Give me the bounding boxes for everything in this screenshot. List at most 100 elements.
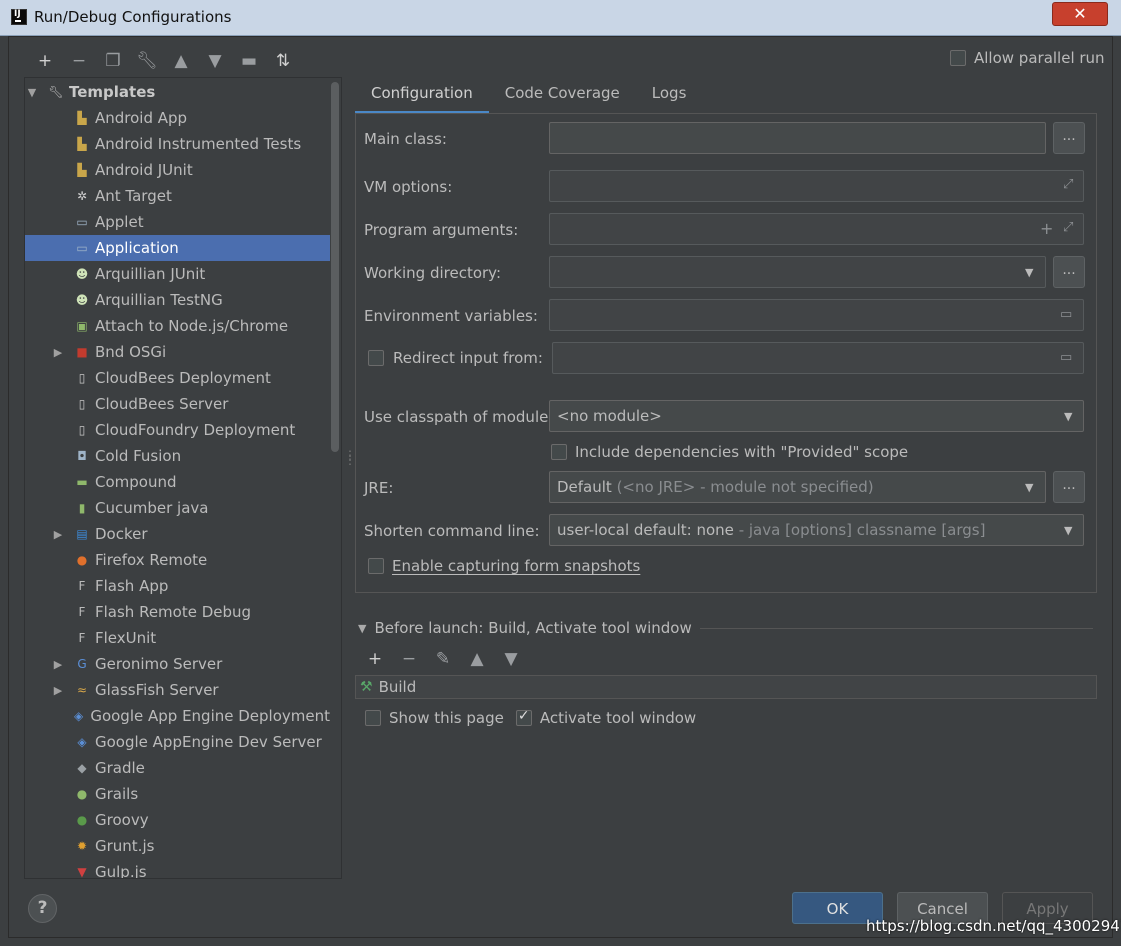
application-icon: ▭: [76, 241, 88, 255]
tree-item[interactable]: F FlexUnit: [25, 625, 330, 651]
tree-item[interactable]: ◘ Cold Fusion: [25, 443, 330, 469]
add-task-icon[interactable]: +: [358, 648, 392, 670]
before-launch-task-row[interactable]: ⚒ Build: [355, 675, 1097, 699]
main-class-browse-button[interactable]: ...: [1053, 122, 1085, 154]
tree-item[interactable]: ▶ ≈ GlassFish Server: [25, 677, 330, 703]
tree-item-label: Application: [95, 239, 179, 257]
before-launch-section[interactable]: ▼ Before launch: Build, Activate tool wi…: [358, 619, 1093, 637]
tree-item[interactable]: ● Firefox Remote: [25, 547, 330, 573]
tree-item-label: Cucumber java: [95, 499, 209, 517]
chevron-down-icon[interactable]: ▼: [1064, 524, 1072, 537]
tree-item[interactable]: ◈ Google AppEngine Dev Server: [25, 729, 330, 755]
remove-icon[interactable]: −: [62, 50, 96, 72]
show-page-checkbox[interactable]: [365, 710, 381, 726]
jre-select[interactable]: Default (<no JRE> - module not specified…: [549, 471, 1046, 503]
allow-parallel-label: Allow parallel run: [974, 49, 1105, 67]
expand-arrow-icon[interactable]: ▶: [51, 684, 65, 697]
tree-item[interactable]: ▭ Applet: [25, 209, 330, 235]
tree-item[interactable]: ▭ Application: [25, 235, 330, 261]
tree-item[interactable]: ▼ Gulp.js: [25, 859, 330, 878]
folder-icon[interactable]: ▬: [232, 50, 266, 72]
tree-item[interactable]: F Flash Remote Debug: [25, 599, 330, 625]
folder-open-icon[interactable]: ▭: [1060, 307, 1072, 322]
tree-item[interactable]: ▙ Android Instrumented Tests: [25, 131, 330, 157]
expand-arrow-icon[interactable]: ▶: [51, 346, 65, 359]
hammer-icon: ⚒: [360, 679, 373, 695]
environment-variables-input[interactable]: [549, 299, 1084, 331]
help-button[interactable]: ?: [28, 894, 57, 923]
activate-tool-window-checkbox[interactable]: [515, 708, 532, 726]
expand-arrow-icon[interactable]: ▶: [51, 658, 65, 671]
collapse-arrow-icon[interactable]: ▼: [25, 86, 39, 99]
tree-item[interactable]: ● Grails: [25, 781, 330, 807]
folder-open-icon[interactable]: ▭: [1060, 350, 1072, 365]
cloud-icon: ▯: [78, 397, 86, 411]
program-arguments-input[interactable]: [549, 213, 1084, 245]
classpath-module-select[interactable]: <no module>: [549, 400, 1084, 432]
tree-scrollbar[interactable]: [331, 82, 339, 452]
form-snapshots-checkbox[interactable]: [368, 558, 384, 574]
expand-icon[interactable]: ⤢: [1063, 220, 1073, 235]
tree-item[interactable]: ▙ Android App: [25, 105, 330, 131]
tab-configuration[interactable]: Configuration: [355, 78, 489, 114]
tree-item[interactable]: ▯ CloudBees Server: [25, 391, 330, 417]
configuration-tree[interactable]: ▼ 🔧︎ Templates ▙ Android App ▙ Android Inst…: [24, 77, 342, 879]
tree-item[interactable]: ▶ ▤ Docker: [25, 521, 330, 547]
chevron-down-icon[interactable]: ▼: [1025, 266, 1033, 279]
tree-item[interactable]: ▯ CloudFoundry Deployment: [25, 417, 330, 443]
expand-arrow-icon[interactable]: ▶: [51, 528, 65, 541]
tree-root-templates[interactable]: ▼ 🔧︎ Templates: [25, 79, 330, 105]
tab-logs[interactable]: Logs: [636, 78, 703, 114]
wrench-icon[interactable]: 🔧︎: [130, 50, 164, 72]
allow-parallel-run[interactable]: Allow parallel run: [950, 49, 1105, 67]
android-junit-icon: ▙: [77, 163, 87, 177]
expand-icon[interactable]: ⤢: [1063, 177, 1073, 192]
sort-icon[interactable]: ⇅: [266, 50, 300, 72]
redirect-input[interactable]: Redirect input from:: [368, 349, 543, 367]
remove-task-icon[interactable]: −: [392, 648, 426, 670]
move-down-icon[interactable]: ▼: [494, 648, 528, 670]
copy-icon[interactable]: ❐: [96, 50, 130, 72]
chevron-down-icon[interactable]: ▼: [1064, 410, 1072, 423]
tree-item[interactable]: ▶ G Geronimo Server: [25, 651, 330, 677]
include-provided-checkbox[interactable]: [551, 444, 567, 460]
tree-item[interactable]: ✲ Ant Target: [25, 183, 330, 209]
move-down-icon[interactable]: ▼: [198, 50, 232, 72]
vm-options-input[interactable]: [549, 170, 1084, 202]
tree-item[interactable]: ☻ Arquillian TestNG: [25, 287, 330, 313]
vm-options-label: VM options:: [364, 178, 453, 196]
collapse-arrow-icon[interactable]: ▼: [358, 622, 366, 635]
tree-item[interactable]: ▮ Cucumber java: [25, 495, 330, 521]
working-directory-browse-button[interactable]: ...: [1053, 256, 1085, 288]
tree-item[interactable]: ◈ Google App Engine Deployment: [25, 703, 330, 729]
shorten-command-line-select[interactable]: user-local default: none - java [options…: [549, 514, 1084, 546]
tree-item[interactable]: ☻ Arquillian JUnit: [25, 261, 330, 287]
jre-browse-button[interactable]: ...: [1053, 471, 1085, 503]
allow-parallel-checkbox[interactable]: [950, 50, 966, 66]
tree-item[interactable]: ◆ Gradle: [25, 755, 330, 781]
main-class-input[interactable]: [549, 122, 1046, 154]
tree-item[interactable]: F Flash App: [25, 573, 330, 599]
redirect-input-field[interactable]: [552, 342, 1084, 374]
tree-item[interactable]: ▬ Compound: [25, 469, 330, 495]
tree-item[interactable]: ✹ Grunt.js: [25, 833, 330, 859]
redirect-input-checkbox[interactable]: [368, 350, 384, 366]
tree-item-label: Android App: [95, 109, 188, 127]
working-directory-input[interactable]: [549, 256, 1046, 288]
chevron-down-icon[interactable]: ▼: [1025, 481, 1033, 494]
move-up-icon[interactable]: ▲: [460, 648, 494, 670]
firefox-icon: ●: [76, 553, 88, 567]
tree-item[interactable]: ▶ ■ Bnd OSGi: [25, 339, 330, 365]
tree-item[interactable]: ▙ Android JUnit: [25, 157, 330, 183]
edit-task-icon[interactable]: ✎: [426, 648, 460, 670]
form-snapshots[interactable]: Enable capturing form snapshots: [368, 557, 640, 575]
tree-item[interactable]: ▣ Attach to Node.js/Chrome: [25, 313, 330, 339]
tree-item[interactable]: ● Groovy: [25, 807, 330, 833]
add-icon[interactable]: +: [28, 50, 62, 72]
move-up-icon[interactable]: ▲: [164, 50, 198, 72]
close-window-button[interactable]: ✕: [1052, 2, 1108, 26]
tab-code-coverage[interactable]: Code Coverage: [489, 78, 636, 114]
tree-item[interactable]: ▯ CloudBees Deployment: [25, 365, 330, 391]
include-provided[interactable]: Include dependencies with "Provided" sco…: [551, 443, 908, 461]
insert-macro-icon[interactable]: +: [1040, 219, 1053, 238]
